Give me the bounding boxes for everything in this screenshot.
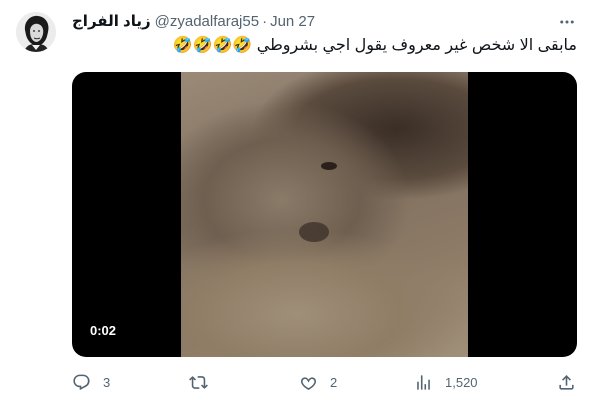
video-subject-nose <box>299 222 329 242</box>
heart-icon <box>300 376 317 390</box>
view-count: 1,520 <box>445 374 478 390</box>
reply-button[interactable]: 3 <box>72 370 110 394</box>
video-duration-badge: 0:02 <box>84 321 123 340</box>
video-subject-eye <box>321 162 337 170</box>
separator-dot: · <box>262 12 268 30</box>
share-button[interactable] <box>557 370 576 394</box>
views-button[interactable]: 1,520 <box>414 370 478 394</box>
retweet-icon <box>189 375 208 389</box>
share-upload-icon <box>559 374 574 390</box>
retweet-button[interactable] <box>189 370 220 394</box>
like-button[interactable]: 2 <box>299 370 337 394</box>
reply-icon <box>73 374 90 390</box>
tweet-actions-bar: 3 2 1,520 <box>72 370 577 394</box>
author-display-name[interactable]: زياد الفراج <box>72 12 151 30</box>
beethoven-portrait-icon <box>16 12 56 52</box>
avatar[interactable] <box>16 12 56 52</box>
like-count: 2 <box>330 374 338 390</box>
analytics-bar-chart-icon <box>417 374 430 390</box>
tweet-header: زياد الفراج @zyadalfaraj55 · Jun 27 <box>72 11 315 31</box>
tweet-timestamp[interactable]: Jun 27 <box>270 13 315 30</box>
tweet-text: مابقى الا شخص غير معروف يقول اجي بشروطي … <box>172 37 577 54</box>
author-handle[interactable]: @zyadalfaraj55 <box>155 13 259 30</box>
reply-count: 3 <box>103 374 111 390</box>
more-horizontal-icon <box>560 20 574 24</box>
video-player[interactable]: 0:02 <box>72 72 577 357</box>
video-thumbnail <box>181 72 468 357</box>
more-options-button[interactable] <box>557 12 577 32</box>
